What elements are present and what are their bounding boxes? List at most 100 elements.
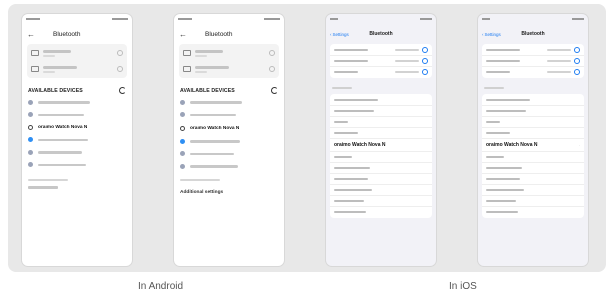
back-label: Settings: [332, 31, 349, 37]
device-icon: [183, 50, 191, 56]
device-row[interactable]: [482, 95, 584, 106]
refresh-icon[interactable]: [119, 87, 126, 94]
info-icon[interactable]: [422, 47, 428, 53]
page-title: Bluetooth: [53, 30, 81, 38]
back-arrow-icon[interactable]: ←: [179, 30, 193, 39]
device-row[interactable]: [482, 196, 584, 207]
device-row[interactable]: [482, 152, 584, 163]
back-arrow-icon[interactable]: ←: [27, 30, 41, 39]
android-phone-1: ← Bluetooth AVAILABLE DEVICES oraimo Wat…: [22, 14, 132, 266]
device-name: oraimo Watch Nova N: [486, 142, 538, 148]
info-icon[interactable]: [422, 69, 428, 75]
refresh-icon[interactable]: [271, 87, 278, 94]
nav-bar: ‹ Settings Bluetooth: [478, 27, 588, 41]
chevron-left-icon: ‹: [330, 31, 332, 37]
device-row[interactable]: [22, 96, 132, 109]
watch-icon: [180, 125, 185, 131]
device-row[interactable]: [22, 134, 132, 147]
paired-device-row[interactable]: [330, 45, 432, 56]
device-row[interactable]: [174, 96, 284, 109]
info-icon[interactable]: [574, 58, 580, 64]
my-devices-card: [482, 44, 584, 78]
device-row-highlight[interactable]: oraimo Watch Nova N: [174, 121, 284, 135]
available-devices-header: AVAILABLE DEVICES: [174, 81, 284, 96]
device-row-highlight[interactable]: oraimo Watch Nova N: [330, 139, 432, 152]
device-row[interactable]: [482, 207, 584, 217]
paired-device-row[interactable]: [179, 45, 279, 61]
paired-device-row[interactable]: [330, 67, 432, 77]
device-row[interactable]: [330, 95, 432, 106]
settings-icon[interactable]: [269, 50, 275, 56]
device-row[interactable]: [482, 163, 584, 174]
ios-phone-2: ‹ Settings Bluetooth oraimo Watch Nova N ·: [478, 14, 588, 266]
device-row[interactable]: [174, 160, 284, 173]
settings-icon[interactable]: [117, 66, 123, 72]
chevron-left-icon: ‹: [482, 31, 484, 37]
back-button[interactable]: ‹ Settings: [482, 32, 501, 37]
device-row[interactable]: [174, 109, 284, 122]
paired-device-row[interactable]: [482, 67, 584, 77]
device-row[interactable]: [174, 135, 284, 148]
info-icon[interactable]: [422, 58, 428, 64]
settings-icon[interactable]: [269, 66, 275, 72]
back-button[interactable]: ‹ Settings: [330, 32, 349, 37]
other-devices-card: oraimo Watch Nova N ·: [482, 94, 584, 218]
device-row[interactable]: [22, 146, 132, 159]
device-icon: [180, 151, 185, 157]
device-icon: [28, 149, 33, 155]
paired-device-row[interactable]: [482, 45, 584, 56]
device-row[interactable]: [482, 185, 584, 196]
device-row[interactable]: [330, 117, 432, 128]
paired-device-row[interactable]: [27, 61, 127, 77]
device-icon: [28, 99, 33, 105]
app-bar: ← Bluetooth: [22, 27, 132, 41]
device-row[interactable]: [330, 152, 432, 163]
device-icon: [183, 66, 191, 72]
settings-icon[interactable]: [117, 50, 123, 56]
device-row[interactable]: [174, 148, 284, 161]
paired-device-name: [43, 65, 113, 73]
status-bar: [478, 14, 588, 27]
device-row[interactable]: [330, 185, 432, 196]
watch-icon: [28, 124, 33, 130]
device-icon: [180, 99, 185, 105]
device-row[interactable]: [330, 207, 432, 217]
device-row[interactable]: [330, 196, 432, 207]
info-icon[interactable]: [574, 69, 580, 75]
device-row[interactable]: [482, 106, 584, 117]
device-row[interactable]: [330, 174, 432, 185]
ios-phone-1: ‹ Settings Bluetooth oraimo Watch Nova N: [326, 14, 436, 266]
section-title: AVAILABLE DEVICES: [180, 87, 235, 94]
device-icon: [180, 112, 185, 118]
other-devices-card: oraimo Watch Nova N: [330, 94, 432, 218]
paired-device-name: [195, 49, 265, 57]
page-title: Bluetooth: [205, 30, 233, 38]
device-icon: [28, 137, 33, 143]
paired-device-row[interactable]: [27, 45, 127, 61]
footer: [22, 171, 132, 189]
paired-device-row[interactable]: [482, 56, 584, 67]
info-icon[interactable]: [574, 47, 580, 53]
device-row[interactable]: [330, 163, 432, 174]
device-icon: [31, 50, 39, 56]
status-bar: [22, 14, 132, 27]
android-caption: In Android: [138, 281, 184, 292]
device-row[interactable]: [482, 117, 584, 128]
spinner-icon: ·: [578, 142, 580, 148]
device-row[interactable]: [330, 128, 432, 139]
device-row[interactable]: [482, 174, 584, 185]
device-row[interactable]: [22, 159, 132, 172]
paired-device-row[interactable]: [330, 56, 432, 67]
paired-device-row[interactable]: [179, 61, 279, 77]
back-label: Settings: [484, 31, 501, 37]
nav-bar: ‹ Settings Bluetooth: [326, 27, 436, 41]
device-row-highlight[interactable]: oraimo Watch Nova N ·: [482, 139, 584, 152]
device-row[interactable]: [330, 106, 432, 117]
device-row-highlight[interactable]: oraimo Watch Nova N: [22, 121, 132, 134]
device-row[interactable]: [482, 128, 584, 139]
status-bar: [326, 14, 436, 27]
device-icon: [31, 66, 39, 72]
additional-settings-link[interactable]: Additional settings: [174, 186, 284, 199]
device-row[interactable]: [22, 109, 132, 122]
other-devices-header: [478, 81, 588, 91]
